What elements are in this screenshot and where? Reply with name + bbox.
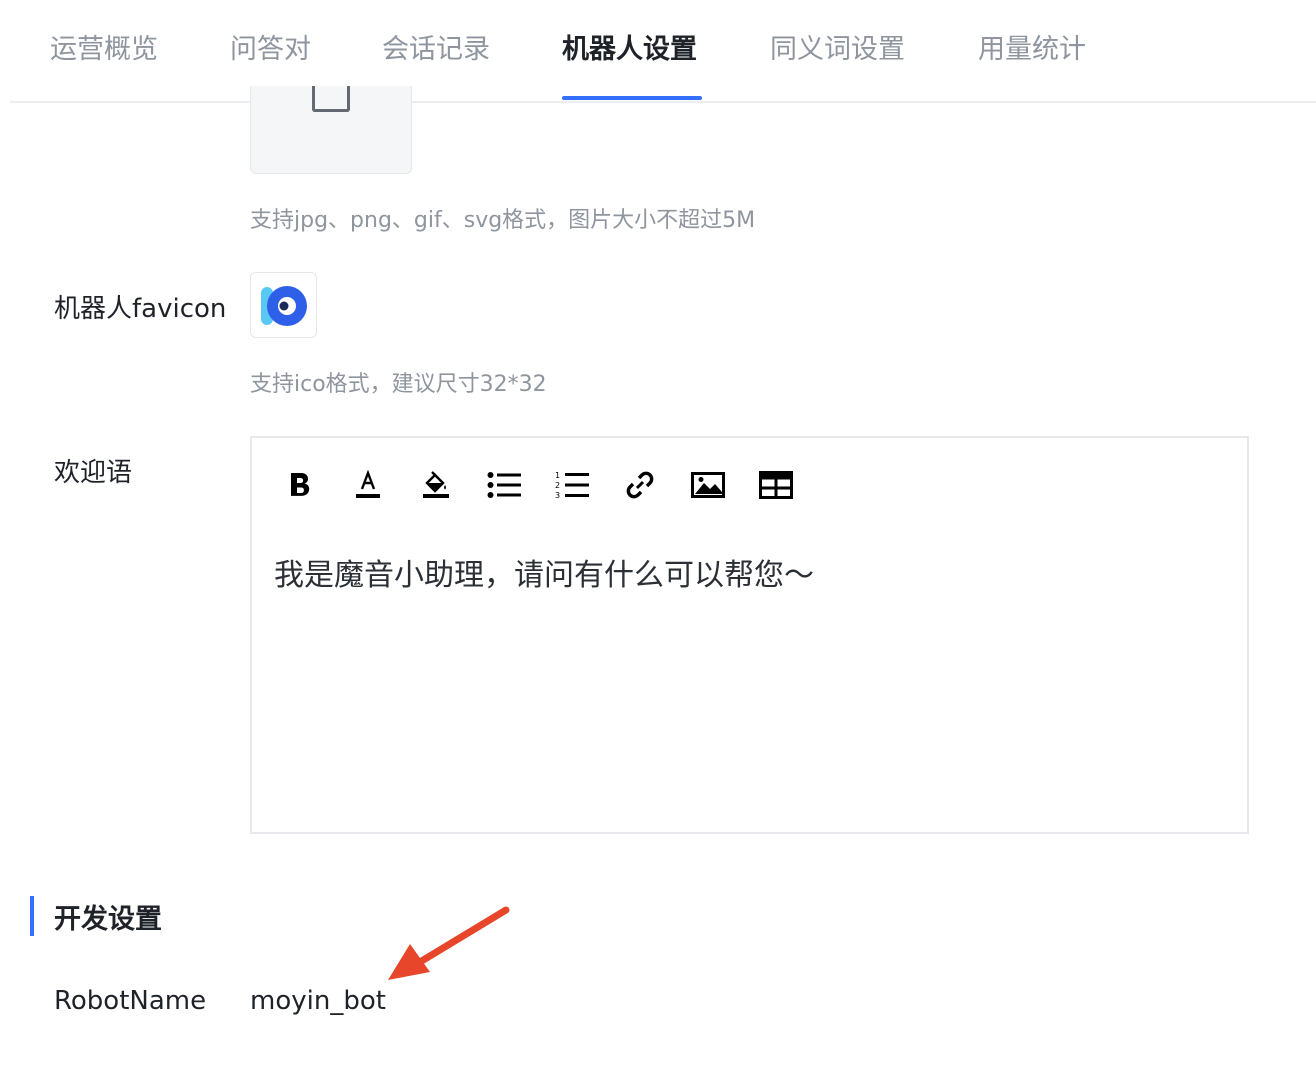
avatar-upload-box[interactable]: [250, 86, 412, 174]
svg-text:1: 1: [555, 471, 560, 480]
tab-qa-pairs[interactable]: 问答对: [230, 30, 311, 70]
favicon-label: 机器人favicon: [54, 294, 227, 324]
tab-conversation-log[interactable]: 会话记录: [382, 30, 490, 70]
svg-text:2: 2: [555, 481, 560, 490]
dev-settings-title: 开发设置: [54, 904, 162, 935]
annotation-arrow-icon: [388, 906, 510, 980]
fill-color-icon[interactable]: [416, 462, 456, 508]
favicon-logo-icon: [261, 286, 307, 326]
favicon-upload-box[interactable]: [250, 272, 317, 338]
image-icon[interactable]: [688, 462, 728, 508]
section-accent-bar: [30, 896, 34, 936]
active-tab-indicator: [562, 96, 702, 100]
avatar-upload-hint: 支持jpg、png、gif、svg格式，图片大小不超过5M: [250, 208, 756, 233]
tab-usage-stats[interactable]: 用量统计: [978, 30, 1086, 70]
font-color-icon[interactable]: [348, 462, 388, 508]
tab-overview[interactable]: 运营概览: [50, 30, 158, 70]
bullet-list-icon[interactable]: [484, 462, 524, 508]
welcome-label: 欢迎语: [54, 458, 133, 488]
table-icon[interactable]: [756, 462, 796, 508]
link-icon[interactable]: [620, 462, 660, 508]
tab-robot-settings[interactable]: 机器人设置: [562, 30, 697, 70]
svg-text:3: 3: [555, 491, 560, 500]
tab-synonym-settings[interactable]: 同义词设置: [770, 30, 905, 70]
numbered-list-icon[interactable]: 123: [552, 462, 592, 508]
robot-name-label: RobotName: [54, 986, 207, 1016]
robot-name-value: moyin_bot: [250, 986, 386, 1016]
favicon-hint: 支持ico格式，建议尺寸32*32: [250, 372, 547, 397]
welcome-rich-text-editor[interactable]: 123 我是魔音小助理，请问有什么可以帮您～: [250, 436, 1249, 834]
bold-icon[interactable]: [280, 462, 320, 508]
welcome-message-text[interactable]: 我是魔音小助理，请问有什么可以帮您～: [274, 550, 814, 594]
top-tab-bar: 运营概览 问答对 会话记录 机器人设置 同义词设置 用量统计: [10, 0, 1316, 103]
image-placeholder-icon: [312, 86, 350, 112]
